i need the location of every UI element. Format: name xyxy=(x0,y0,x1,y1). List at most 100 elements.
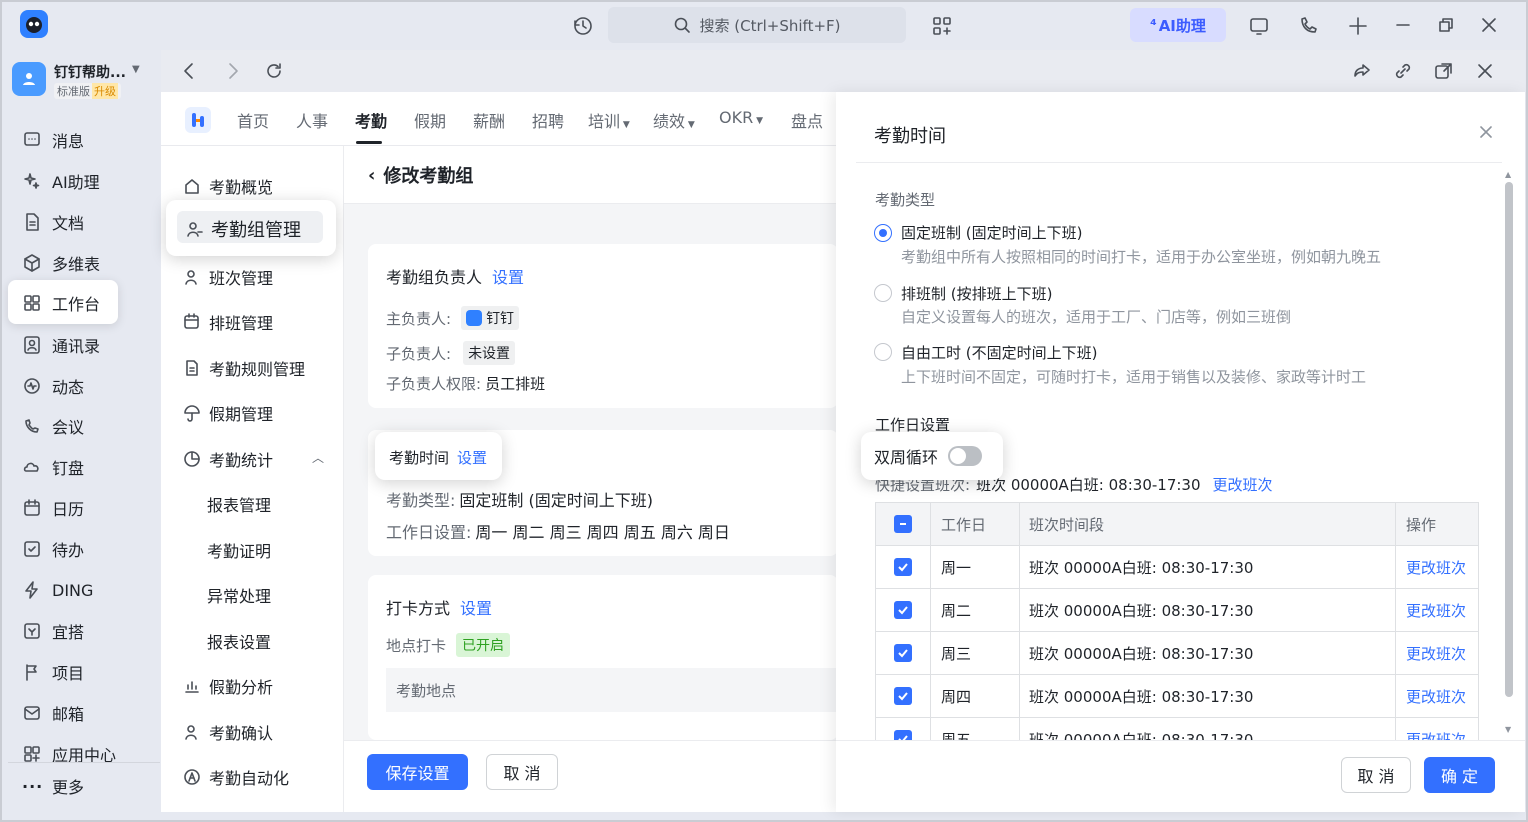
tab-performance[interactable]: 绩效 ▼ xyxy=(653,108,695,132)
table-row: 周五 班次 00000A白班: 08:30-17:30 更改班次 xyxy=(875,717,1479,740)
drawer-cancel-button[interactable]: 取 消 xyxy=(1341,757,1411,793)
sidebar-item-ding[interactable]: DING xyxy=(8,572,148,608)
option-fixed-label[interactable]: 固定班制 (固定时间上下班) xyxy=(901,222,1082,243)
plus-icon[interactable] xyxy=(1347,15,1369,37)
drawer-confirm-button[interactable]: 确 定 xyxy=(1424,757,1495,793)
sidebar-item-drive[interactable]: 钉盘 xyxy=(8,449,148,485)
apps-grid-icon[interactable] xyxy=(931,15,953,37)
back-icon[interactable] xyxy=(178,60,200,82)
close-tab-icon[interactable] xyxy=(1474,60,1496,82)
row-change-link[interactable]: 更改班次 xyxy=(1395,631,1479,675)
drawer-close-icon[interactable] xyxy=(1477,123,1495,141)
sidebar-item-more[interactable]: ··· 更多 xyxy=(8,768,148,804)
sidebar-item-meeting[interactable]: 会议 xyxy=(8,408,148,444)
forward-icon[interactable] xyxy=(222,60,244,82)
sidebar-item-ai[interactable]: AI助理 xyxy=(8,163,148,199)
link-icon[interactable] xyxy=(1392,60,1414,82)
phone-icon[interactable] xyxy=(1297,15,1319,37)
menu-report-management[interactable]: 报表管理 xyxy=(207,492,271,516)
search-placeholder: 搜索 (Ctrl+Shift+F) xyxy=(699,16,841,35)
sidebar-item-calendar[interactable]: 日历 xyxy=(8,490,148,526)
refresh-icon[interactable] xyxy=(263,60,285,82)
sidebar-item-activity[interactable]: 动态 xyxy=(8,368,148,404)
quick-change-link[interactable]: 更改班次 xyxy=(1213,474,1273,495)
menu-scheduling[interactable]: 排班管理 xyxy=(183,310,273,334)
menu-label: 假期管理 xyxy=(209,405,274,424)
tab-label: 绩效 xyxy=(653,112,686,131)
browser-toolbar xyxy=(161,50,1525,92)
sidebar-item-tables[interactable]: 多维表 xyxy=(8,245,148,281)
row-checkbox[interactable] xyxy=(894,601,912,619)
tab-okr[interactable]: OKR ▼ xyxy=(719,108,763,127)
share-icon[interactable] xyxy=(1351,60,1373,82)
menu-shifts[interactable]: 班次管理 xyxy=(183,265,273,289)
menu-group-management[interactable]: 考勤组管理 xyxy=(185,216,301,242)
menu-confirm[interactable]: 考勤确认 xyxy=(183,720,273,744)
tab-inventory[interactable]: 盘点 xyxy=(791,108,823,132)
tab-salary[interactable]: 薪酬 xyxy=(473,108,505,132)
sidebar-item-messages[interactable]: 消息 xyxy=(8,122,148,158)
sidebar-item-todo[interactable]: 待办 xyxy=(8,531,148,567)
open-external-icon[interactable] xyxy=(1433,60,1455,82)
row-checkbox[interactable] xyxy=(894,644,912,662)
sidebar-item-mail[interactable]: 邮箱 xyxy=(8,695,148,731)
search-input[interactable]: 搜索 (Ctrl+Shift+F) xyxy=(608,7,906,43)
org-avatar[interactable] xyxy=(12,62,46,96)
sidebar-item-workbench[interactable]: 工作台 xyxy=(8,285,148,321)
sidebar-item-yida[interactable]: 宜搭 xyxy=(8,613,148,649)
menu-statistics[interactable]: 考勤统计 xyxy=(183,447,273,471)
tab-home[interactable]: 首页 xyxy=(237,108,269,132)
save-button[interactable]: 保存设置 xyxy=(367,754,468,790)
sidebar-item-docs[interactable]: 文档 xyxy=(8,204,148,240)
row-checkbox[interactable] xyxy=(894,558,912,576)
radio-flexible[interactable] xyxy=(874,343,892,361)
sidebar-item-project[interactable]: 项目 xyxy=(8,654,148,690)
scroll-down-arrow[interactable]: ▼ xyxy=(1505,725,1511,734)
menu-attendance-proof[interactable]: 考勤证明 xyxy=(207,538,271,562)
tab-leave[interactable]: 假期 xyxy=(414,108,446,132)
row-checkbox[interactable] xyxy=(894,730,912,740)
drawer-scrollbar[interactable]: ▲ ▼ xyxy=(1503,170,1515,740)
restore-icon[interactable] xyxy=(1436,15,1456,35)
scroll-up-arrow[interactable]: ▲ xyxy=(1505,170,1511,179)
select-all-checkbox[interactable] xyxy=(894,515,912,533)
menu-automation[interactable]: 考勤自动化 xyxy=(183,765,289,789)
biweekly-toggle[interactable] xyxy=(948,446,983,466)
menu-analysis[interactable]: 假勤分析 xyxy=(183,674,273,698)
close-window-icon[interactable] xyxy=(1479,15,1499,35)
option-shift-label[interactable]: 排班制 (按排班上下班) xyxy=(901,283,1052,304)
row-change-link[interactable]: 更改班次 xyxy=(1395,588,1479,632)
tab-recruit[interactable]: 招聘 xyxy=(532,108,564,132)
sidebar-item-app-center[interactable]: 应用中心 xyxy=(8,736,148,772)
row-change-link[interactable]: 更改班次 xyxy=(1395,674,1479,718)
sidebar-item-contacts[interactable]: 通讯录 xyxy=(8,327,148,363)
option-flexible-label[interactable]: 自由工时 (不固定时间上下班) xyxy=(901,342,1097,363)
scrollbar-thumb[interactable] xyxy=(1505,182,1513,697)
chevron-down-icon[interactable]: ▼ xyxy=(132,64,140,75)
history-icon[interactable] xyxy=(572,15,594,37)
ai-assistant-button[interactable]: ⁴ AI助理 xyxy=(1130,8,1226,42)
menu-report-settings[interactable]: 报表设置 xyxy=(207,629,271,653)
clock-set-link[interactable]: 设置 xyxy=(460,595,492,619)
row-change-link[interactable]: 更改班次 xyxy=(1395,545,1479,589)
back-arrow-icon[interactable]: ‹ xyxy=(368,165,375,186)
minimize-icon[interactable] xyxy=(1393,15,1413,35)
screen-icon[interactable] xyxy=(1248,15,1270,37)
menu-exception[interactable]: 异常处理 xyxy=(207,583,271,607)
owner-set-link[interactable]: 设置 xyxy=(492,264,524,288)
tab-attendance[interactable]: 考勤 xyxy=(355,108,387,132)
cancel-form-button[interactable]: 取 消 xyxy=(486,754,558,790)
time-set-link[interactable]: 设置 xyxy=(457,447,487,468)
menu-overview[interactable]: 考勤概览 xyxy=(183,174,273,198)
tab-hr[interactable]: 人事 xyxy=(296,108,328,132)
org-name[interactable]: 钉钉帮助... xyxy=(54,62,126,82)
radio-fixed[interactable] xyxy=(874,224,892,242)
upgrade-link[interactable]: 升级 xyxy=(92,83,118,99)
menu-leave[interactable]: 假期管理 xyxy=(183,401,273,425)
chevron-up-icon[interactable]: ︿ xyxy=(312,449,324,466)
row-checkbox[interactable] xyxy=(894,687,912,705)
radio-shift[interactable] xyxy=(874,284,892,302)
tab-training[interactable]: 培训 ▼ xyxy=(588,108,630,132)
menu-rules[interactable]: 考勤规则管理 xyxy=(183,356,305,380)
row-change-link[interactable]: 更改班次 xyxy=(1395,717,1479,740)
